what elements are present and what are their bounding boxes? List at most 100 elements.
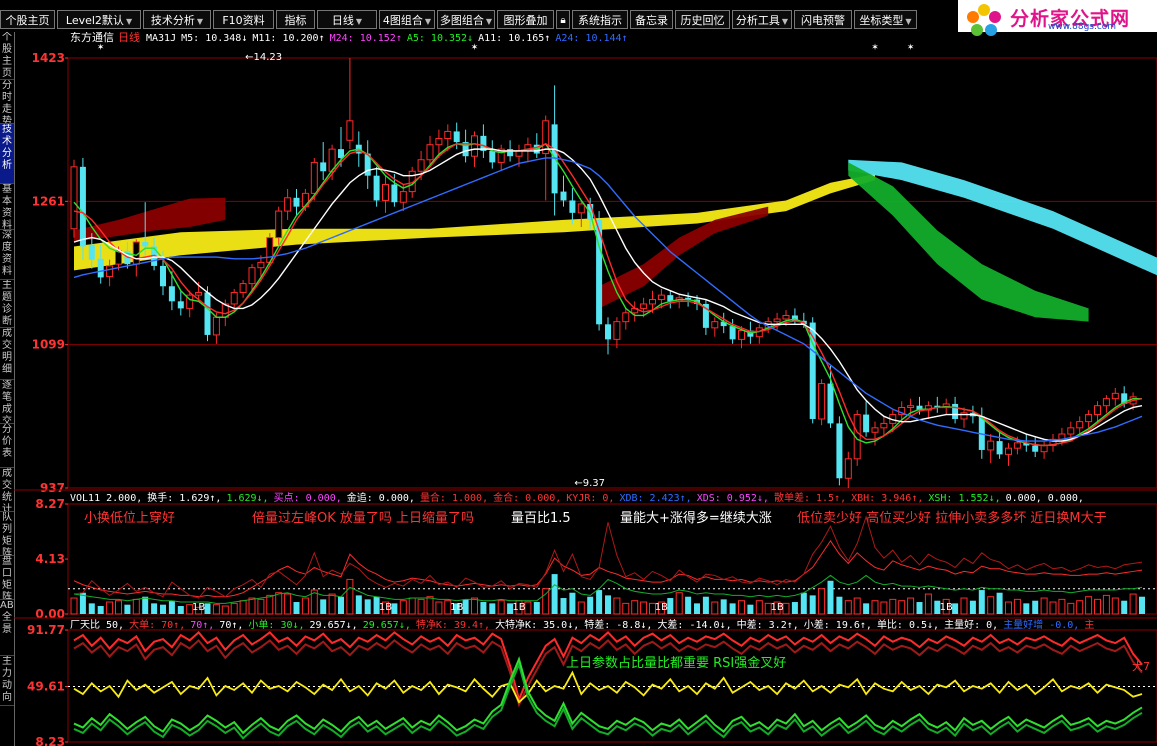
volume-bar bbox=[266, 594, 274, 615]
ratio-legend-item: 70↑, bbox=[190, 620, 214, 631]
sidebar-tab-5[interactable]: 主题诊断 bbox=[0, 280, 14, 328]
sidebar-tab-7[interactable]: 逐笔成交 bbox=[0, 380, 14, 424]
chevron-down-icon: ▼ bbox=[125, 17, 133, 26]
sidebar-tab-10[interactable]: 队列矩阵 bbox=[0, 512, 14, 556]
volume-bar bbox=[471, 597, 478, 615]
sidebar-tab-9[interactable]: 成交统计 bbox=[0, 468, 14, 512]
chevron-down-icon: ▼ bbox=[781, 17, 789, 26]
sidebar-tab-12[interactable]: ABHJ全景 bbox=[0, 600, 14, 656]
volume-bar bbox=[587, 596, 594, 614]
toolbar-button-13[interactable]: 闪电预警 bbox=[794, 10, 852, 29]
volume-bar bbox=[863, 603, 870, 614]
toolbar-button-label: Level2默认 bbox=[65, 14, 124, 27]
volume-bar bbox=[729, 603, 736, 614]
ratio-legend-item: 小单: 30↓, bbox=[248, 619, 304, 631]
toolbar-button-10[interactable]: 备忘录 bbox=[630, 10, 673, 29]
volume-bar bbox=[346, 578, 354, 615]
price-legend-item: A24: 10.144↑ bbox=[555, 33, 627, 44]
volume-bar bbox=[160, 604, 166, 614]
volume-bar bbox=[480, 602, 487, 614]
toolbar-button-4[interactable]: 指标 bbox=[276, 10, 315, 29]
volume-bar bbox=[97, 606, 104, 614]
star-marker: ✶ bbox=[97, 43, 105, 53]
toolbar-button-2[interactable]: 技术分析 ▼ bbox=[143, 10, 211, 29]
sidebar-tab-0[interactable]: 个股主页 bbox=[0, 32, 14, 80]
volume-bar bbox=[755, 600, 763, 615]
volume-bar bbox=[1085, 596, 1093, 615]
toolbar-button-8[interactable]: 图形叠加 bbox=[497, 10, 554, 29]
candle-body bbox=[560, 191, 567, 201]
price-legend-item: M5: 10.348↓ bbox=[181, 33, 247, 44]
toolbar-button-7[interactable]: 多图组合 ▼ bbox=[437, 10, 495, 29]
candle-body bbox=[195, 291, 203, 296]
candle-body bbox=[773, 318, 781, 323]
volume-bar bbox=[275, 592, 283, 615]
sidebar-tab-6[interactable]: 成交明细 bbox=[0, 328, 14, 380]
toolbar-button-0[interactable]: 个股主页 bbox=[0, 10, 55, 29]
volume-bar bbox=[115, 600, 122, 615]
volume-bar bbox=[694, 603, 700, 614]
volume-bar bbox=[408, 597, 416, 615]
candle-body bbox=[70, 166, 78, 230]
sidebar-tab-11[interactable]: 盘口矩阵 bbox=[0, 556, 14, 600]
volume-bar bbox=[667, 598, 674, 614]
chevron-down-icon: ▼ bbox=[355, 17, 363, 26]
volume-bar bbox=[338, 596, 344, 614]
toolbar-button-12[interactable]: 分析工具 ▼ bbox=[732, 10, 792, 29]
volume-legend: VOL11 2.000, 换手: 1.629↑, 1.629↓, 买点: 0.000,… bbox=[70, 491, 1084, 504]
toolbar-button-1[interactable]: Level2默认 ▼ bbox=[57, 10, 141, 29]
sidebar-tab-13[interactable]: 主力动向 bbox=[0, 656, 14, 706]
buy-marker: 1B bbox=[770, 602, 783, 613]
price-legend-item: A11: 10.165↑ bbox=[478, 33, 550, 44]
volume-bar bbox=[702, 596, 709, 614]
volume-tick-label: 8.27 bbox=[35, 497, 65, 511]
volume-bar bbox=[996, 592, 1003, 614]
candle-body bbox=[711, 321, 719, 329]
volume-bar bbox=[1005, 601, 1012, 615]
logo-url: www.88gs.com bbox=[1048, 22, 1117, 32]
buy-marker: 1B bbox=[512, 602, 525, 613]
sidebar-tab-3[interactable]: 基本资料 bbox=[0, 184, 14, 230]
volume-bar bbox=[898, 600, 906, 615]
sidebar: 个股主页 分时走势 技术分析 基本资料 深度资料 主题诊断 成交明细 逐笔成交 分价表 成交统计队… bbox=[0, 32, 15, 746]
volume-bar bbox=[293, 602, 300, 614]
candle-body bbox=[453, 131, 460, 143]
volume-bar bbox=[1102, 594, 1110, 615]
sidebar-tab-8[interactable]: 分价表 bbox=[0, 424, 14, 468]
star-marker: ✶ bbox=[471, 43, 479, 53]
candle-body bbox=[844, 458, 852, 479]
volume-legend-item: XDS: 0.952↓, bbox=[697, 493, 769, 504]
volume-bar bbox=[569, 592, 576, 614]
toolbar-button-11[interactable]: 历史回忆 bbox=[675, 10, 730, 29]
toolbar-button-5[interactable]: 日线 ▼ bbox=[317, 10, 377, 29]
volume-bar bbox=[960, 597, 968, 615]
ratio-line-yellow bbox=[73, 670, 1143, 704]
volume-bar bbox=[871, 600, 879, 615]
volume-bar bbox=[987, 596, 995, 615]
sidebar-tab-1[interactable]: 分时走势 bbox=[0, 80, 14, 124]
price-legend: MA31J M5: 10.348↓ M11: 10.200↑ M24: 10.152↑… bbox=[146, 33, 628, 44]
candle-body bbox=[863, 414, 870, 433]
toolbar-button-14[interactable]: 坐标类型 ▼ bbox=[854, 10, 917, 29]
volume-bar bbox=[391, 603, 398, 614]
ratio-legend-item: 大差: -14.0↓, bbox=[657, 618, 731, 631]
candle-body bbox=[230, 291, 238, 305]
candle-body bbox=[239, 283, 247, 293]
stock-name: 东方通信 bbox=[70, 32, 114, 44]
candle-body bbox=[640, 303, 648, 309]
volume-bar bbox=[106, 601, 114, 615]
toolbar-button-6[interactable]: 4图组合 ▼ bbox=[379, 10, 435, 29]
sidebar-tab-4[interactable]: 深度资料 bbox=[0, 230, 14, 280]
toolbar-button-label: 技术分析 bbox=[150, 14, 195, 27]
volume-bar bbox=[738, 600, 745, 615]
toolbar-button-3[interactable]: F10资料 bbox=[213, 10, 274, 29]
toolbar-button-9[interactable]: 系统指示 bbox=[572, 10, 628, 29]
candle-body bbox=[507, 149, 514, 157]
volume-bar bbox=[952, 603, 959, 614]
toolbar-button-label: 分析工具 bbox=[735, 14, 780, 27]
sidebar-tab-2[interactable]: 技术分析 bbox=[0, 124, 14, 184]
candle-body bbox=[106, 265, 114, 278]
volume-bar bbox=[1111, 597, 1119, 615]
lock-icon[interactable]: 🔒︎ bbox=[556, 10, 570, 29]
price-legend-item: M24: 10.152↑ bbox=[330, 33, 402, 44]
